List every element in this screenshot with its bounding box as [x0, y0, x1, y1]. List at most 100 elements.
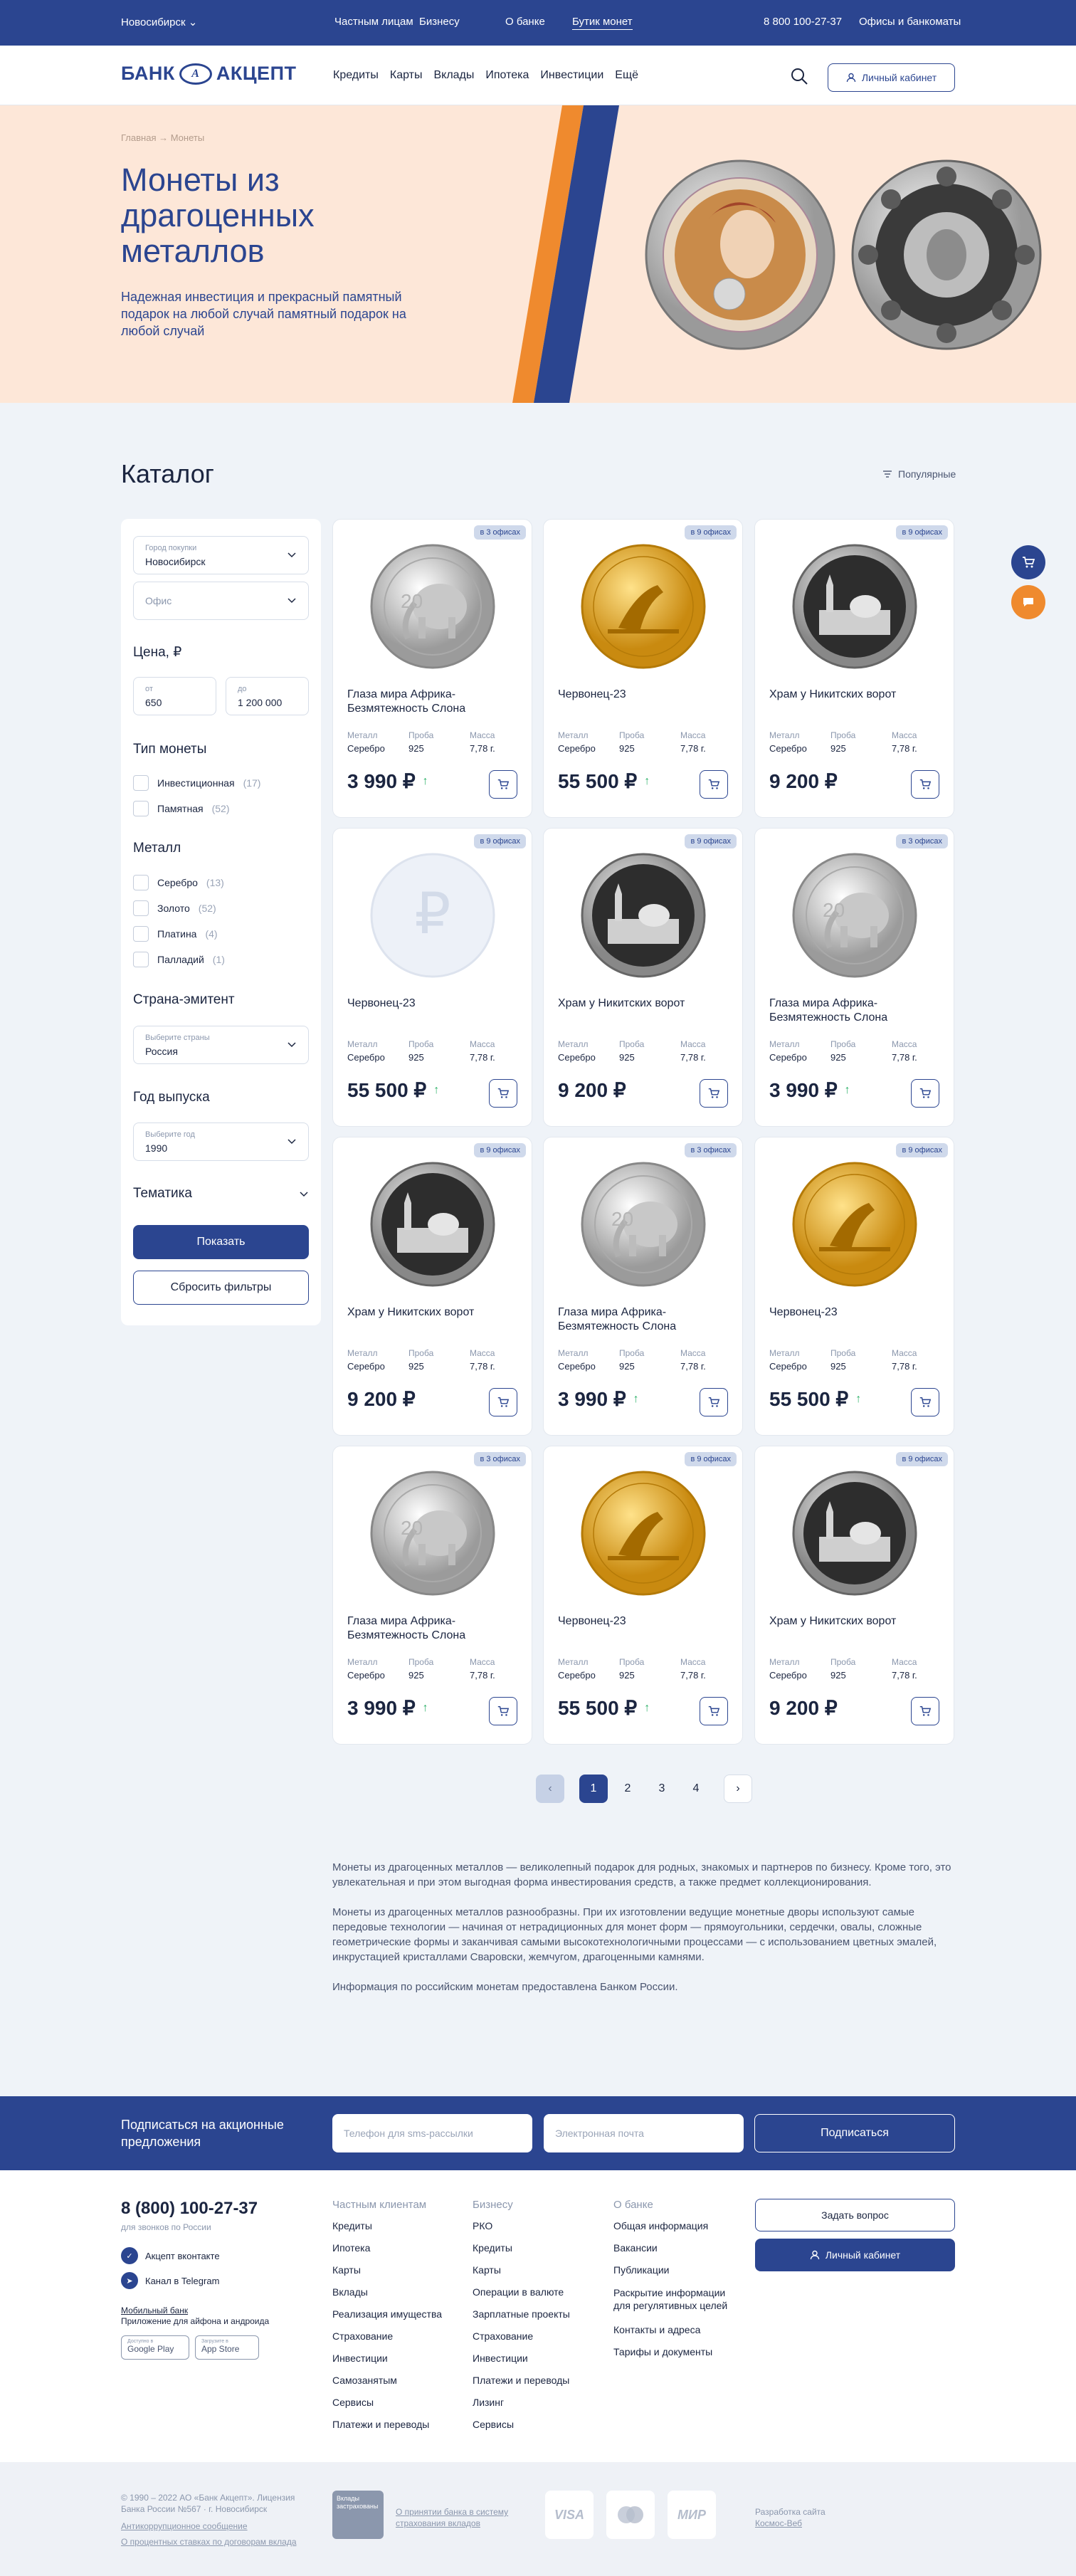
- product-card[interactable]: в 3 офисах 20 Глаза мира Африка-Безмятежно…: [543, 1137, 743, 1436]
- coin-image[interactable]: [369, 1160, 497, 1288]
- coin-image[interactable]: ₽: [369, 851, 497, 979]
- checkbox-gold[interactable]: Золото (52): [133, 900, 216, 916]
- footer-link[interactable]: Вклады: [332, 2286, 368, 2298]
- logo[interactable]: БАНК А АКЦЕПТ: [121, 63, 296, 85]
- coin-image[interactable]: 20: [791, 851, 919, 979]
- footer-link[interactable]: Инвестиции: [332, 2352, 388, 2364]
- footer-link[interactable]: РКО: [473, 2220, 492, 2231]
- mobile-bank-title[interactable]: Мобильный банк: [121, 2306, 188, 2315]
- coin-image[interactable]: [579, 851, 707, 979]
- nav-deposits[interactable]: Вклады: [433, 69, 474, 82]
- pagination-page-4[interactable]: 4: [682, 1775, 710, 1803]
- search-icon[interactable]: [790, 67, 808, 85]
- footer-link[interactable]: Реализация имущества: [332, 2308, 442, 2320]
- product-card[interactable]: в 9 офисах ₽ Червонец-23 Металл Серебро Проба…: [332, 828, 532, 1127]
- pagination-page-2[interactable]: 2: [613, 1775, 642, 1803]
- footer-link[interactable]: Публикации: [613, 2264, 669, 2276]
- show-button[interactable]: Показать: [133, 1225, 309, 1259]
- product-card[interactable]: в 9 офисах Храм у Никитских ворот Металл Се…: [332, 1137, 532, 1436]
- add-to-cart-button[interactable]: [489, 1388, 517, 1416]
- product-title[interactable]: Храм у Никитских ворот: [347, 1305, 518, 1320]
- topbar-phone[interactable]: 8 800 100-27-37: [764, 16, 842, 28]
- product-card[interactable]: в 9 офисах Червонец-23 Металл Серебро Проба 9…: [754, 1137, 954, 1436]
- product-title[interactable]: Червонец-23: [558, 1614, 729, 1629]
- checkbox-investment[interactable]: Инвестиционная (17): [133, 775, 260, 791]
- topbar-link-about[interactable]: О банке: [505, 16, 545, 28]
- product-card[interactable]: в 3 офисах 20 Глаза мира Африка-Безмятежно…: [332, 1446, 532, 1745]
- add-to-cart-button[interactable]: [489, 770, 517, 799]
- footer-link[interactable]: Сервисы: [332, 2397, 374, 2408]
- footer-link[interactable]: Ипотека: [332, 2242, 370, 2254]
- coin-image[interactable]: 20: [579, 1160, 707, 1288]
- sms-phone-input[interactable]: Телефон для sms-рассылки: [332, 2114, 532, 2152]
- sort-dropdown[interactable]: Популярные: [882, 468, 956, 480]
- product-card[interactable]: в 9 офисах Храм у Никитских ворот Металл Се…: [754, 519, 954, 818]
- breadcrumb[interactable]: Главная → Монеты: [121, 132, 204, 143]
- product-title[interactable]: Червонец-23: [347, 997, 518, 1011]
- topbar-offices[interactable]: Офисы и банкоматы: [859, 16, 961, 28]
- product-card[interactable]: в 9 офисах Храм у Никитских ворот Металл Се…: [754, 1446, 954, 1745]
- footer-link[interactable]: Платежи и переводы: [332, 2419, 429, 2430]
- floating-cart-button[interactable]: [1011, 545, 1045, 579]
- theme-filter-toggle[interactable]: Тематика: [133, 1186, 309, 1202]
- developer-link[interactable]: Космос-Веб: [755, 2518, 802, 2529]
- footer-link[interactable]: Контакты и адреса: [613, 2324, 700, 2335]
- office-select[interactable]: Офис: [133, 582, 309, 620]
- deposit-insurance-link[interactable]: О принятии банка в систему страхования в…: [396, 2506, 524, 2529]
- product-card[interactable]: в 3 офисах 20 Глаза мира Африка-Безмятежно…: [332, 519, 532, 818]
- ask-question-button[interactable]: Задать вопрос: [755, 2199, 955, 2231]
- coin-image[interactable]: [791, 542, 919, 671]
- product-title[interactable]: Храм у Никитских ворот: [769, 688, 940, 702]
- footer-link[interactable]: Страхование: [473, 2330, 533, 2342]
- add-to-cart-button[interactable]: [700, 1697, 728, 1725]
- add-to-cart-button[interactable]: [700, 770, 728, 799]
- footer-link[interactable]: Самозанятым: [332, 2375, 397, 2386]
- country-select[interactable]: Выберите страны Россия: [133, 1026, 309, 1064]
- city-selector[interactable]: Новосибирск ⌄: [121, 16, 197, 28]
- footer-link[interactable]: Лизинг: [473, 2397, 504, 2408]
- anticorruption-link[interactable]: Антикоррупционное сообщение: [121, 2520, 248, 2532]
- floating-chat-button[interactable]: [1011, 585, 1045, 619]
- product-title[interactable]: Глаза мира Африка-Безмятежность Слона: [347, 688, 518, 716]
- footer-link[interactable]: Сервисы: [473, 2419, 514, 2430]
- footer-link[interactable]: Карты: [332, 2264, 361, 2276]
- vk-link[interactable]: ✓ Акцепт вконтакте: [121, 2247, 220, 2264]
- email-input[interactable]: Электронная почта: [544, 2114, 744, 2152]
- footer-link[interactable]: Кредиты: [332, 2220, 372, 2231]
- coin-image[interactable]: 20: [369, 1469, 497, 1597]
- add-to-cart-button[interactable]: [489, 1697, 517, 1725]
- pagination-prev[interactable]: ‹: [536, 1775, 564, 1803]
- pagination-next[interactable]: ›: [724, 1775, 752, 1803]
- product-title[interactable]: Червонец-23: [769, 1305, 940, 1320]
- coin-image[interactable]: [579, 542, 707, 671]
- footer-link[interactable]: Операции в валюте: [473, 2286, 564, 2298]
- footer-phone[interactable]: 8 (800) 100-27-37: [121, 2199, 258, 2219]
- coin-image[interactable]: [579, 1469, 707, 1597]
- footer-cabinet-button[interactable]: Личный кабинет: [755, 2239, 955, 2271]
- subscribe-button[interactable]: Подписаться: [754, 2114, 955, 2152]
- footer-link[interactable]: Тарифы и документы: [613, 2346, 712, 2357]
- product-card[interactable]: в 9 офисах Червонец-23 Металл Серебро Проба 9…: [543, 1446, 743, 1745]
- city-select[interactable]: Город покупки Новосибирск: [133, 536, 309, 574]
- pagination-page-1[interactable]: 1: [579, 1775, 608, 1803]
- add-to-cart-button[interactable]: [911, 1697, 939, 1725]
- app-store-badge[interactable]: Загрузите в App Store: [195, 2335, 259, 2360]
- telegram-link[interactable]: ➤ Канал в Telegram: [121, 2272, 219, 2289]
- product-title[interactable]: Глаза мира Африка-Безмятежность Слона: [769, 997, 940, 1025]
- add-to-cart-button[interactable]: [911, 1388, 939, 1416]
- footer-link[interactable]: Инвестиции: [473, 2352, 528, 2364]
- year-select[interactable]: Выберите год 1990: [133, 1123, 309, 1161]
- add-to-cart-button[interactable]: [489, 1079, 517, 1108]
- product-title[interactable]: Червонец-23: [558, 688, 729, 702]
- footer-link[interactable]: Кредиты: [473, 2242, 512, 2254]
- pagination-page-3[interactable]: 3: [648, 1775, 676, 1803]
- product-card[interactable]: в 9 офисах Червонец-23 Металл Серебро Проба 9…: [543, 519, 743, 818]
- nav-mortgage[interactable]: Ипотека: [485, 69, 529, 82]
- product-title[interactable]: Глаза мира Африка-Безмятежность Слона: [558, 1305, 729, 1334]
- product-card[interactable]: в 3 офисах 20 Глаза мира Африка-Безмятежно…: [754, 828, 954, 1127]
- add-to-cart-button[interactable]: [700, 1388, 728, 1416]
- coin-image[interactable]: [791, 1469, 919, 1597]
- deposit-insurance-badge[interactable]: Вклады застрахованы: [332, 2491, 384, 2539]
- checkbox-platinum[interactable]: Платина (4): [133, 926, 218, 942]
- footer-link[interactable]: Страхование: [332, 2330, 393, 2342]
